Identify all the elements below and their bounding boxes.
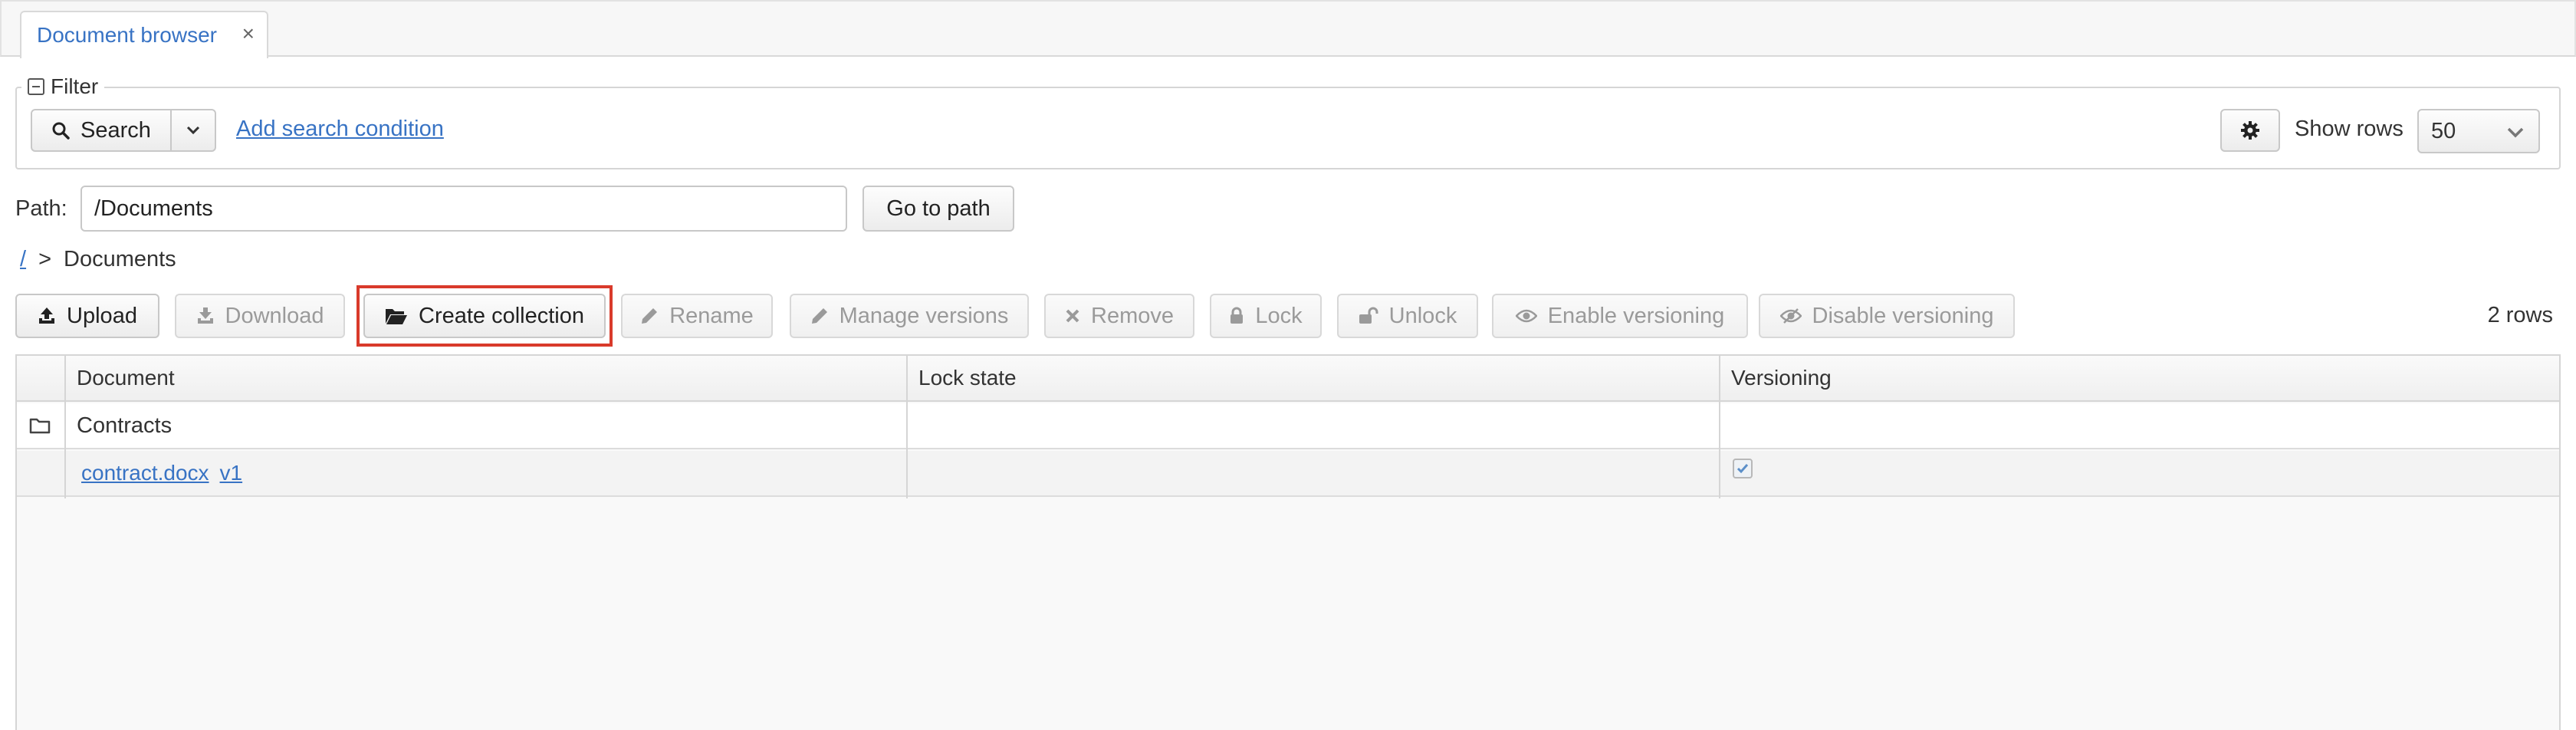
pencil-icon bbox=[811, 308, 827, 324]
disable-versioning-button[interactable]: Disable versioning bbox=[1759, 294, 2015, 338]
lock-label: Lock bbox=[1255, 303, 1303, 328]
document-browser-screen: Document browser × Filter Search Add sea… bbox=[0, 0, 2576, 730]
show-rows-label: Show rows bbox=[2295, 117, 2404, 141]
download-icon bbox=[197, 307, 213, 324]
enable-versioning-label: Enable versioning bbox=[1547, 303, 1725, 328]
filter-legend-label: Filter bbox=[51, 74, 99, 98]
close-icon[interactable]: × bbox=[242, 21, 255, 46]
path-label: Path: bbox=[15, 196, 67, 221]
table-header: Document Lock state Versioning bbox=[17, 356, 2559, 402]
unlock-button[interactable]: Unlock bbox=[1337, 294, 1478, 338]
breadcrumb: / > Documents bbox=[20, 247, 176, 272]
rename-label: Rename bbox=[669, 303, 754, 328]
column-header-versioning[interactable]: Versioning bbox=[1720, 356, 2561, 400]
download-label: Download bbox=[225, 303, 324, 328]
documents-table: Document Lock state Versioning Contracts… bbox=[15, 354, 2561, 730]
enable-versioning-button[interactable]: Enable versioning bbox=[1492, 294, 1748, 338]
create-collection-label: Create collection bbox=[419, 303, 584, 328]
unlock-label: Unlock bbox=[1388, 303, 1457, 328]
column-divider bbox=[64, 356, 66, 498]
row-icon-cell bbox=[17, 403, 66, 448]
disable-versioning-label: Disable versioning bbox=[1812, 303, 1994, 328]
folder-open-icon bbox=[386, 309, 407, 324]
breadcrumb-separator: > bbox=[38, 247, 51, 271]
search-button[interactable]: Search bbox=[31, 109, 172, 152]
remove-label: Remove bbox=[1091, 303, 1174, 328]
path-input[interactable] bbox=[80, 186, 847, 232]
show-rows-select[interactable]: 50 bbox=[2417, 109, 2540, 153]
settings-button[interactable] bbox=[2220, 109, 2280, 152]
folder-icon bbox=[29, 418, 51, 434]
column-header-document[interactable]: Document bbox=[66, 356, 906, 400]
go-to-path-button[interactable]: Go to path bbox=[863, 186, 1014, 232]
versioning-checkbox[interactable] bbox=[1733, 459, 1753, 478]
upload-label: Upload bbox=[67, 303, 137, 328]
pencil-icon bbox=[642, 308, 658, 324]
column-divider bbox=[1719, 356, 1720, 498]
header-icon-cell bbox=[17, 356, 66, 400]
breadcrumb-current: Documents bbox=[64, 247, 176, 271]
upload-icon bbox=[39, 307, 55, 324]
tab-document-browser[interactable]: Document browser × bbox=[20, 11, 268, 58]
collapse-icon[interactable] bbox=[28, 78, 44, 95]
tab-bar: Document browser × bbox=[0, 0, 2576, 58]
check-icon bbox=[1737, 464, 1749, 474]
document-name[interactable]: Contracts bbox=[66, 403, 906, 448]
lock-state-cell bbox=[908, 451, 1719, 495]
filter-legend[interactable]: Filter bbox=[21, 74, 105, 100]
chevron-down-icon bbox=[186, 126, 200, 135]
eye-icon bbox=[1515, 309, 1537, 323]
column-divider bbox=[906, 356, 908, 498]
column-header-lock-state[interactable]: Lock state bbox=[908, 356, 1719, 400]
download-button[interactable]: Download bbox=[175, 294, 345, 338]
eye-slash-icon bbox=[1779, 308, 1802, 324]
row-count: 2 rows bbox=[2487, 303, 2553, 327]
document-link[interactable]: contract.docx bbox=[81, 461, 209, 485]
search-options-dropdown[interactable] bbox=[170, 109, 216, 152]
document-cell: contract.docx v1 bbox=[66, 451, 906, 495]
remove-button[interactable]: Remove bbox=[1044, 294, 1194, 338]
row-icon-cell bbox=[17, 451, 66, 495]
upload-button[interactable]: Upload bbox=[15, 294, 159, 338]
show-rows-value: 50 bbox=[2431, 118, 2456, 143]
create-collection-button[interactable]: Create collection bbox=[363, 294, 606, 338]
gear-icon bbox=[2241, 121, 2259, 140]
tab-label: Document browser bbox=[37, 23, 217, 47]
lock-icon bbox=[1230, 307, 1244, 324]
table-row[interactable]: Contracts bbox=[17, 403, 2559, 449]
versioning-cell bbox=[1720, 451, 2561, 495]
table-row[interactable]: contract.docx v1 bbox=[17, 451, 2559, 497]
rename-button[interactable]: Rename bbox=[621, 294, 773, 338]
search-button-label: Search bbox=[80, 117, 151, 143]
versioning-cell bbox=[1720, 403, 2561, 448]
chevron-down-icon bbox=[2507, 127, 2524, 138]
breadcrumb-root-link[interactable]: / bbox=[20, 247, 26, 272]
lock-button[interactable]: Lock bbox=[1210, 294, 1322, 338]
go-to-path-label: Go to path bbox=[886, 196, 991, 221]
manage-versions-button[interactable]: Manage versions bbox=[790, 294, 1029, 338]
manage-versions-label: Manage versions bbox=[839, 303, 1009, 328]
add-search-condition-link[interactable]: Add search condition bbox=[236, 117, 444, 142]
lock-state-cell bbox=[908, 403, 1719, 448]
times-icon bbox=[1066, 309, 1079, 323]
version-link[interactable]: v1 bbox=[220, 461, 243, 485]
unlock-icon bbox=[1359, 307, 1378, 324]
search-icon bbox=[52, 122, 70, 140]
